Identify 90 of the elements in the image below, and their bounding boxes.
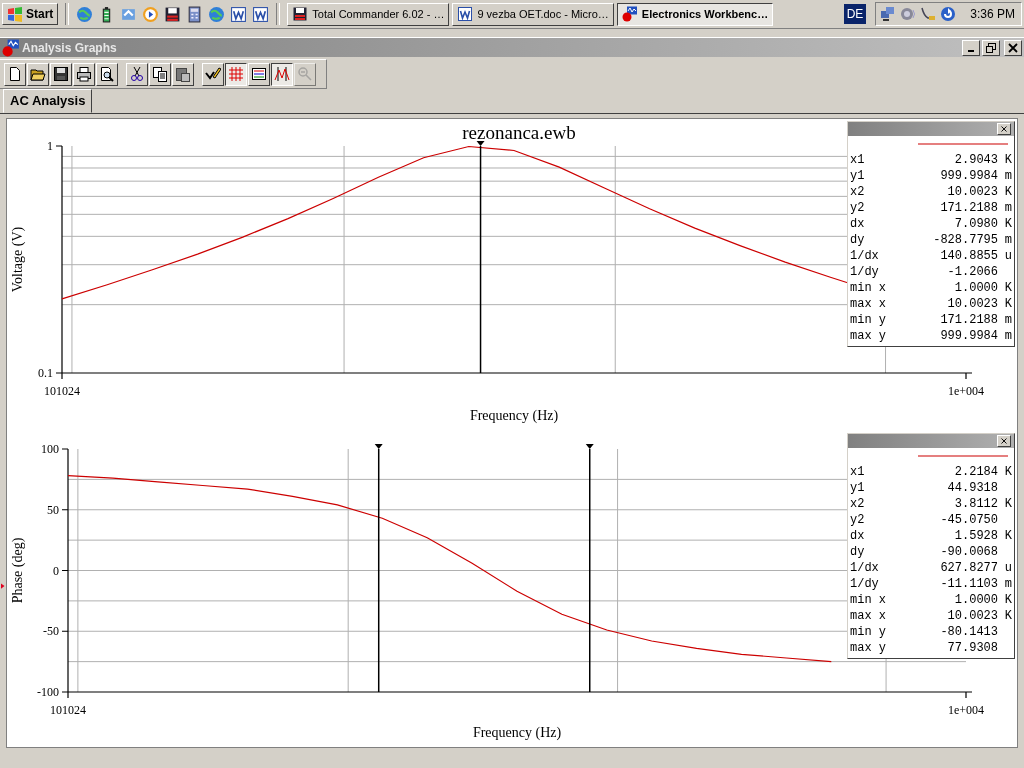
axis-tick-label: -100	[37, 685, 59, 699]
readout-value: -45.0750	[939, 513, 998, 527]
readout-unit: K	[1003, 609, 1012, 623]
axis-title: Phase (deg)	[10, 537, 25, 604]
readout-value: 1.0000	[953, 281, 998, 295]
taskbar-button[interactable]: Electronics Workbenc…	[616, 2, 774, 26]
readout-value: 7.0980	[953, 217, 998, 231]
readout-label: y1	[850, 169, 866, 183]
axis-title: Voltage (V)	[10, 226, 25, 293]
readout-label: min y	[850, 625, 887, 639]
readout-unit: K	[1003, 297, 1012, 311]
readout-label: x1	[850, 465, 866, 479]
readout-value: 140.8855	[939, 249, 998, 263]
readout-label: x2	[850, 497, 866, 511]
readout-value: 10.0023	[946, 609, 998, 623]
readout-label: dx	[850, 529, 866, 543]
readout-label: 1/dy	[850, 577, 880, 591]
language-indicator[interactable]: DE	[843, 4, 867, 24]
readout-value: 171.2188	[939, 201, 998, 215]
readout-value: 1.5928	[953, 529, 998, 543]
readout-label: max x	[850, 297, 887, 311]
tab[interactable]: AC Analysis	[3, 89, 93, 113]
readout-label: dy	[850, 545, 866, 559]
readout-value: 2.9043	[953, 153, 998, 167]
readout-label: min x	[850, 281, 887, 295]
taskbar-button[interactable]: 9 vezba OET.doc - Micro…	[452, 2, 614, 26]
readout-value: 3.8112	[953, 497, 998, 511]
axis-tick-label: 101024	[50, 703, 86, 717]
chart-title: rezonanca.ewb	[462, 122, 576, 143]
readout-value: -1.2066	[946, 265, 998, 279]
readout-unit: m	[1003, 313, 1012, 327]
readout-label: y2	[850, 201, 866, 215]
axis-tick-label: 101024	[44, 384, 80, 398]
readout-unit: K	[1003, 185, 1012, 199]
readout-unit: u	[1003, 561, 1012, 575]
readout-label: 1/dx	[850, 561, 880, 575]
readout-value: 44.9318	[946, 481, 998, 495]
readout-unit: K	[1003, 153, 1012, 167]
axis-tick-label: 100	[41, 442, 59, 456]
axis-title: Frequency (Hz)	[472, 725, 562, 740]
readout-value: 77.9308	[946, 641, 998, 655]
readout-label: max y	[850, 329, 887, 343]
axis-tick-label: 50	[47, 502, 59, 517]
readout-unit: m	[1003, 201, 1012, 215]
readout-value: 171.2188	[939, 313, 998, 327]
readout-label: max y	[850, 641, 887, 655]
readout-value: 10.0023	[946, 185, 998, 199]
readout-unit: K	[1003, 529, 1012, 543]
readout-label: dx	[850, 217, 866, 231]
readout-label: 1/dx	[850, 249, 880, 263]
axis-title: Frequency (Hz)	[469, 408, 559, 423]
readout-label: dy	[850, 233, 866, 247]
readout-unit: K	[1003, 497, 1012, 511]
readout-unit: m	[1003, 329, 1012, 343]
readout-value: 10.0023	[946, 297, 998, 311]
readout-unit: K	[1003, 217, 1012, 231]
axis-tick-label: -50	[43, 624, 59, 639]
taskbar-button[interactable]: Total Commander 6.02 - …	[287, 2, 450, 26]
readout-label: max x	[850, 609, 887, 623]
axis-tick-label: 0	[53, 563, 59, 578]
readout-value: 2.2184	[953, 465, 998, 479]
readout-unit: m	[1003, 169, 1012, 183]
readout-label: y1	[850, 481, 866, 495]
readout-label: min x	[850, 593, 887, 607]
readout-unit: K	[1003, 465, 1012, 479]
readout-label: 1/dy	[850, 265, 880, 279]
readout-unit: K	[1003, 593, 1012, 607]
readout-value: 1.0000	[953, 593, 998, 607]
axis-tick-label: 1e+004	[947, 384, 985, 398]
readout-unit: m	[1003, 577, 1012, 591]
readout-unit: K	[1003, 281, 1012, 295]
readout-value: -90.0068	[939, 545, 998, 559]
readout-value: -828.7795	[932, 233, 998, 247]
readout-label: min y	[850, 313, 887, 327]
clock: 3:36 PM	[970, 7, 1015, 21]
readout-unit: m	[1003, 233, 1012, 247]
axis-tick-label: 1	[47, 139, 53, 153]
readout-value: 999.9984	[939, 329, 998, 343]
readout-value: -80.1413	[939, 625, 998, 639]
window-title: Analysis Graphs	[22, 40, 117, 55]
readout-label: x2	[850, 185, 866, 199]
axis-tick-label: 0.1	[38, 366, 53, 380]
readout-value: 627.8277	[939, 561, 998, 575]
axis-tick-label: 1e+004	[947, 703, 985, 717]
start-button[interactable]: Start	[2, 3, 59, 25]
readout-label: y2	[850, 513, 866, 527]
readout-value: 999.9984	[939, 169, 998, 183]
readout-unit: u	[1003, 249, 1012, 263]
readout-label: x1	[850, 153, 866, 167]
readout-value: -11.1103	[939, 577, 998, 591]
